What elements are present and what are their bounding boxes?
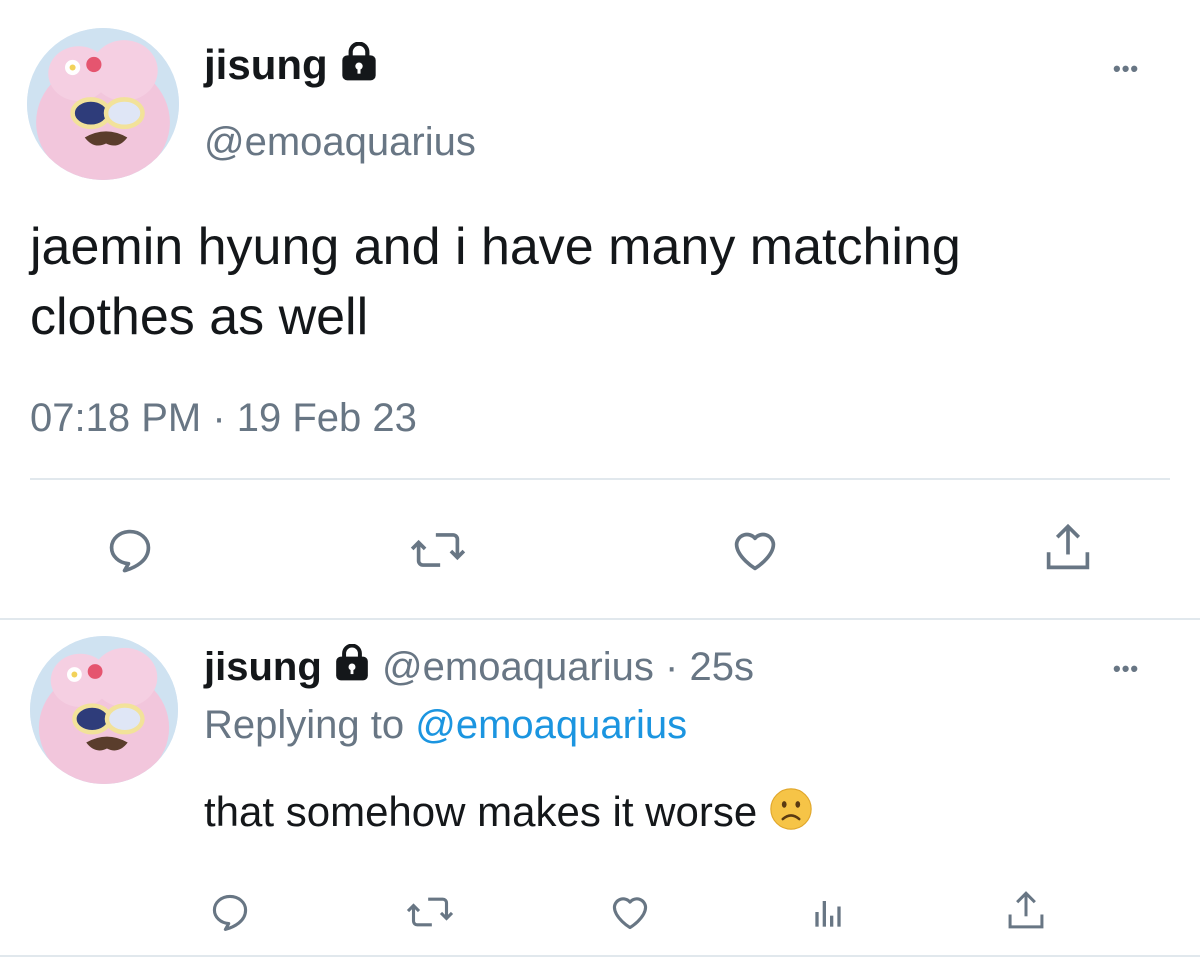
separator: ·: [665, 645, 679, 689]
section-divider: [0, 618, 1200, 620]
avatar-image: [27, 28, 179, 180]
lock-icon: [339, 42, 379, 93]
reply-icon[interactable]: [104, 524, 156, 576]
like-icon[interactable]: [606, 890, 654, 934]
tweet-text-line: jaemin hyung and i have many matching: [30, 218, 961, 276]
retweet-icon[interactable]: [406, 890, 454, 934]
display-name[interactable]: jisung: [204, 40, 379, 93]
handle[interactable]: @emoaquarius: [382, 645, 654, 689]
reply-text: that somehow makes it worse: [204, 786, 813, 843]
display-name[interactable]: jisung: [204, 645, 322, 689]
retweet-icon[interactable]: [410, 524, 466, 576]
divider: [30, 478, 1170, 480]
share-icon[interactable]: [1004, 888, 1048, 934]
more-options-button[interactable]: •••: [1113, 656, 1139, 682]
replying-to-link[interactable]: @emoaquarius: [415, 703, 687, 747]
timestamp[interactable]: 07:18 PM · 19 Feb 23: [30, 394, 417, 442]
avatar[interactable]: [30, 636, 178, 784]
avatar[interactable]: [27, 28, 179, 180]
share-icon[interactable]: [1042, 520, 1094, 576]
bottom-divider: [0, 955, 1200, 957]
tweet-text-line: clothes as well: [30, 288, 369, 346]
display-name-text[interactable]: jisung: [204, 41, 328, 88]
more-options-button[interactable]: •••: [1113, 56, 1139, 82]
tweet-age[interactable]: 25s: [689, 645, 754, 689]
lock-icon: [333, 644, 371, 694]
like-icon[interactable]: [727, 524, 783, 576]
handle[interactable]: @emoaquarius: [204, 118, 476, 166]
frowning-face-emoji: [769, 787, 813, 843]
replying-to-label: Replying to: [204, 703, 405, 747]
reply-header: jisung @emoaquarius · 25s: [204, 642, 754, 694]
reply-icon[interactable]: [208, 890, 252, 934]
reply-text-content: that somehow makes it worse: [204, 788, 758, 835]
avatar-image: [30, 636, 178, 784]
analytics-icon[interactable]: [806, 890, 850, 934]
replying-to: Replying to @emoaquarius: [204, 700, 687, 750]
tweet-text: jaemin hyung and i have many matching cl…: [30, 212, 961, 352]
